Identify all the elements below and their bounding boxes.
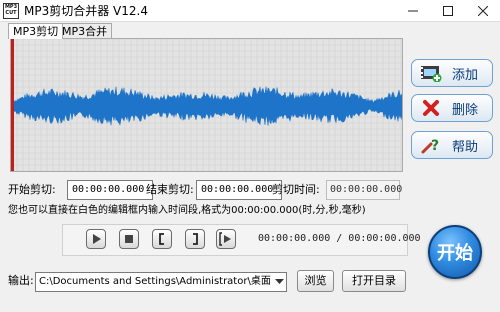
playback-position: 00:00:00.000 / 00:00:00.000 <box>258 233 421 244</box>
app-logo-icon: MP3 CUT <box>3 3 19 19</box>
play-selection-icon <box>219 232 231 246</box>
maximize-button[interactable] <box>431 0 465 22</box>
start-cut-label: 开始剪切: <box>8 183 56 196</box>
help-button-label: 帮助 <box>452 139 479 155</box>
output-path-select[interactable]: C:\Documents and Settings\Administrator\… <box>35 272 287 292</box>
close-icon <box>478 6 488 16</box>
start-button[interactable]: 开始 <box>428 225 482 279</box>
set-end-button[interactable] <box>185 229 205 249</box>
tab-mp3-merge[interactable]: MP3合并 <box>57 23 113 38</box>
stop-button[interactable] <box>119 229 139 249</box>
help-button[interactable]: ? 帮助 <box>411 131 493 159</box>
stop-icon <box>125 235 133 243</box>
window-title: MP3剪切合并器 V12.4 <box>24 4 148 18</box>
add-button[interactable]: 添加 <box>411 59 493 87</box>
delete-button[interactable]: 删除 <box>411 94 493 122</box>
tab-mp3-cut[interactable]: MP3剪切 <box>8 23 64 39</box>
browse-button[interactable]: 浏览 <box>297 270 334 292</box>
cut-time-label: 剪切时间: <box>272 183 320 196</box>
audio-waveform <box>13 86 402 126</box>
format-hint: 您也可以直接在白色的编辑框内输入时间段,格式为00:00:00.000(时,分,… <box>8 205 366 216</box>
film-add-icon <box>420 63 442 83</box>
delete-button-label: 删除 <box>452 102 479 118</box>
close-button[interactable] <box>466 0 500 22</box>
chevron-down-icon[interactable] <box>272 273 286 291</box>
cut-time-value: 00:00:00.000 <box>326 180 402 200</box>
waveform-panel[interactable] <box>10 38 403 172</box>
maximize-icon <box>443 6 453 16</box>
delete-x-icon <box>420 98 442 118</box>
play-icon <box>93 234 101 244</box>
play-selection-button[interactable] <box>216 229 236 249</box>
play-button[interactable] <box>86 229 106 249</box>
output-label: 输出: <box>8 274 34 287</box>
minimize-icon <box>408 10 418 12</box>
playhead-marker <box>11 39 14 171</box>
end-cut-label: 结束剪切: <box>146 183 194 196</box>
help-question-icon: ? <box>420 135 442 155</box>
end-cut-input[interactable]: 00:00:00.000 <box>196 180 282 200</box>
minimize-button[interactable] <box>396 0 430 22</box>
waveform-graph <box>11 39 402 171</box>
set-start-button[interactable] <box>152 229 172 249</box>
add-button-label: 添加 <box>452 67 479 83</box>
bracket-right-icon <box>193 233 198 245</box>
start-cut-input[interactable]: 00:00:00.000 <box>67 180 153 200</box>
open-directory-button[interactable]: 打开目录 <box>342 270 406 292</box>
title-bar: MP3 CUT MP3剪切合并器 V12.4 <box>0 0 500 22</box>
bracket-left-icon <box>159 233 164 245</box>
svg-text:?: ? <box>431 138 439 154</box>
